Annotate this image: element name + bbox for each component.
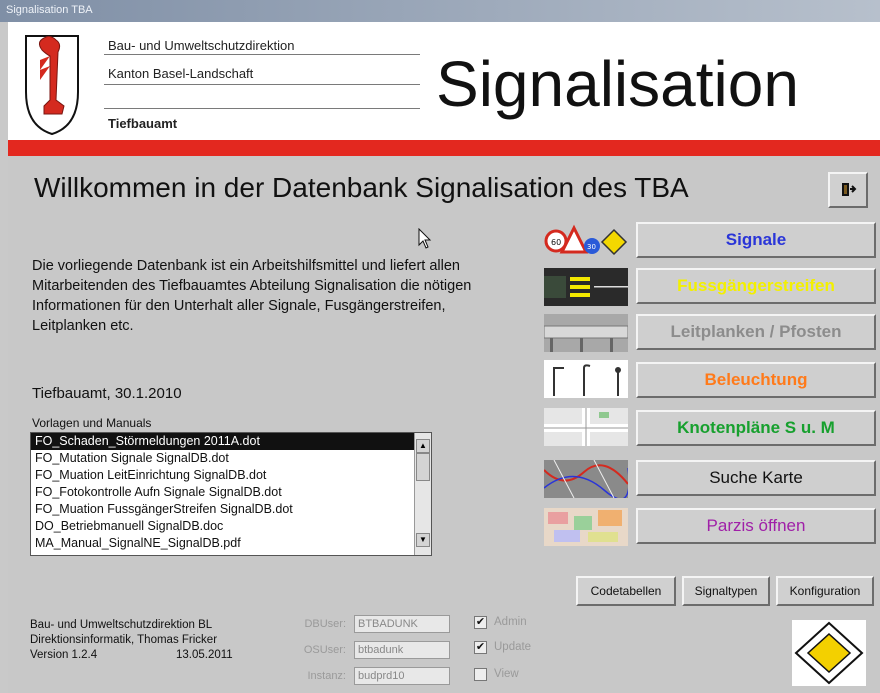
exit-door-icon	[842, 183, 857, 196]
footer-version: Version 1.2.4	[30, 649, 98, 661]
basel-crest-icon	[22, 30, 82, 136]
instanz-field[interactable]: budprd10	[354, 667, 450, 685]
svg-text:60: 60	[551, 238, 561, 247]
parzis-oeffnen-button[interactable]: Parzis öffnen	[636, 508, 876, 544]
parcel-thumbnail-icon	[544, 508, 628, 546]
update-checkbox[interactable]: ✔	[474, 641, 487, 654]
knotenplaene-label: Knotenpläne S u. M	[677, 418, 835, 437]
signale-label: Signale	[725, 230, 787, 249]
welcome-heading: Willkommen in der Datenbank Signalisatio…	[34, 172, 689, 203]
app-title: Signalisation	[436, 48, 799, 120]
suche-karte-button[interactable]: Suche Karte	[636, 460, 876, 496]
signaltypen-button[interactable]: Signaltypen	[682, 576, 770, 606]
knotenplaene-button[interactable]: Knotenpläne S u. M	[636, 410, 876, 446]
window-title: Signalisation TBA	[6, 4, 93, 16]
konfiguration-label: Konfiguration	[789, 584, 861, 598]
list-item[interactable]: FO_Muation FussgängerStreifen SignalDB.d…	[31, 501, 431, 518]
fussgaengerstreifen-button[interactable]: Fussgängerstreifen	[636, 268, 876, 304]
exit-button[interactable]	[828, 172, 868, 208]
dbuser-field[interactable]: BTBADUNK	[354, 615, 450, 633]
konfiguration-button[interactable]: Konfiguration	[776, 576, 874, 606]
parzis-oeffnen-label: Parzis öffnen	[706, 516, 806, 535]
department-name: Tiefbauamt	[108, 116, 178, 131]
listbox-scrollbar[interactable]: ▲ ▼	[414, 433, 431, 555]
beleuchtung-label: Beleuchtung	[704, 370, 808, 389]
leitplanken-label: Leitplanken / Pfosten	[670, 322, 842, 341]
update-label: Update	[494, 641, 532, 653]
mouse-cursor-icon	[418, 228, 432, 249]
instanz-label: Instanz:	[307, 670, 346, 682]
crosswalk-thumbnail-icon	[544, 268, 628, 306]
signaltypen-label: Signaltypen	[694, 584, 758, 598]
codetabellen-button[interactable]: Codetabellen	[576, 576, 676, 606]
list-item[interactable]: FO_Mutation Signale SignalDB.dot	[31, 450, 431, 467]
templates-listbox[interactable]: FO_Schaden_Störmeldungen 2011A.dot FO_Mu…	[30, 432, 432, 556]
codetabellen-label: Codetabellen	[590, 584, 662, 598]
beleuchtung-button[interactable]: Beleuchtung	[636, 362, 876, 398]
leitplanken-button[interactable]: Leitplanken / Pfosten	[636, 314, 876, 350]
scroll-thumb[interactable]	[416, 453, 430, 481]
priority-road-diamond-icon	[792, 620, 866, 686]
map-search-thumbnail-icon	[544, 460, 628, 498]
description-text: Die vorliegende Datenbank ist ein Arbeit…	[32, 258, 472, 334]
list-item[interactable]: DO_Betriebmanuell SignalDB.doc	[31, 518, 431, 535]
admin-checkbox[interactable]: ✔	[474, 616, 487, 629]
suche-karte-label: Suche Karte	[709, 468, 803, 487]
osuser-field[interactable]: btbadunk	[354, 641, 450, 659]
osuser-label: OSUser:	[303, 644, 346, 656]
lighting-thumbnail-icon	[544, 360, 628, 398]
red-accent-bar	[8, 140, 880, 156]
view-checkbox[interactable]	[474, 668, 487, 681]
footer-version-date: 13.05.2011	[176, 649, 233, 661]
templates-label: Vorlagen und Manuals	[32, 416, 152, 430]
admin-label: Admin	[494, 616, 527, 628]
scroll-down-icon[interactable]: ▼	[416, 533, 430, 547]
guardrail-thumbnail-icon	[544, 314, 628, 352]
org-line-2: Kanton Basel-Landschaft	[108, 66, 254, 81]
signs-thumbnail-icon: 60 30	[544, 222, 628, 260]
signale-button[interactable]: Signale	[636, 222, 876, 258]
list-item[interactable]: MA_Manual_SignalNE_SignalDB.pdf	[31, 535, 431, 552]
footer-org-line-2: Direktionsinformatik, Thomas Fricker	[30, 634, 218, 646]
fussgaengerstreifen-label: Fussgängerstreifen	[677, 276, 835, 295]
svg-text:30: 30	[587, 243, 596, 251]
list-item[interactable]: FO_Muation LeitEinrichtung SignalDB.dot	[31, 467, 431, 484]
list-item[interactable]: FO_Fotokontrolle Aufn Signale SignalDB.d…	[31, 484, 431, 501]
date-line: Tiefbauamt, 30.1.2010	[32, 385, 182, 402]
window-titlebar: Signalisation TBA	[0, 0, 880, 22]
scroll-up-icon[interactable]: ▲	[416, 439, 430, 453]
dbuser-label: DBUser:	[304, 618, 346, 630]
org-line-1: Bau- und Umweltschutzdirektion	[108, 38, 295, 53]
footer-org-line-1: Bau- und Umweltschutzdirektion BL	[30, 619, 213, 631]
view-label: View	[494, 668, 519, 680]
list-item[interactable]: FO_Schaden_Störmeldungen 2011A.dot	[31, 433, 431, 450]
junction-plan-thumbnail-icon	[544, 408, 628, 446]
